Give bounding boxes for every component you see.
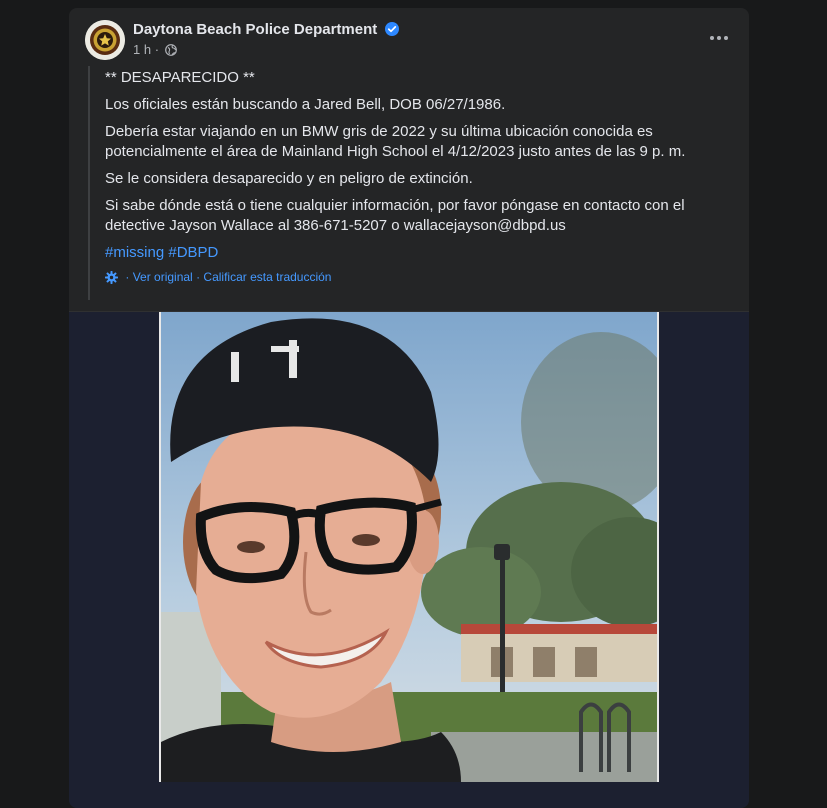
post-media[interactable]	[69, 311, 749, 808]
post-paragraph: Se le considera desaparecido y en peligr…	[105, 170, 473, 187]
globe-icon[interactable]	[164, 44, 177, 56]
post-paragraph: ** DESAPARECIDO **	[105, 69, 255, 86]
page-name[interactable]: Daytona Beach Police Department	[133, 21, 400, 38]
post-meta: 1 h ·	[133, 42, 177, 57]
gear-icon	[105, 271, 118, 284]
more-options-icon-dot	[717, 36, 721, 40]
translation-bar: · Ver original · Calificar esta traducci…	[105, 270, 728, 284]
page-avatar[interactable]	[85, 20, 125, 60]
verified-badge-icon	[385, 22, 400, 36]
post-paragraph: Los oficiales están buscando a Jared Bel…	[105, 96, 506, 113]
hashtag-dbpd[interactable]: #DBPD	[168, 244, 218, 261]
post-photo[interactable]	[159, 312, 659, 782]
meta-separator: ·	[154, 42, 160, 57]
view-original-link[interactable]: Ver original	[133, 270, 193, 284]
rate-translation-link[interactable]: Calificar esta traducción	[203, 270, 331, 284]
post-header: Daytona Beach Police Department 1 h ·	[85, 20, 733, 60]
more-options-button[interactable]	[705, 28, 733, 48]
page-name-text[interactable]: Daytona Beach Police Department	[133, 21, 377, 38]
post-body: ** DESAPARECIDO ** Los oficiales están b…	[88, 66, 728, 300]
missing-person-photo	[161, 312, 657, 782]
translation-separator: ·	[196, 270, 201, 284]
more-options-icon	[710, 36, 714, 40]
hashtag-missing[interactable]: #missing	[105, 244, 164, 261]
post-paragraph: Debería estar viajando en un BMW gris de…	[105, 123, 686, 160]
police-seal-icon	[85, 20, 125, 60]
hashtags: #missing #DBPD	[105, 243, 728, 263]
more-options-icon-dot	[724, 36, 728, 40]
post-paragraph: Si sabe dónde está o tiene cualquier inf…	[105, 197, 685, 234]
post-card: Daytona Beach Police Department 1 h · **…	[69, 8, 749, 808]
post-timestamp[interactable]: 1 h	[133, 42, 151, 57]
translation-separator: ·	[125, 270, 130, 284]
